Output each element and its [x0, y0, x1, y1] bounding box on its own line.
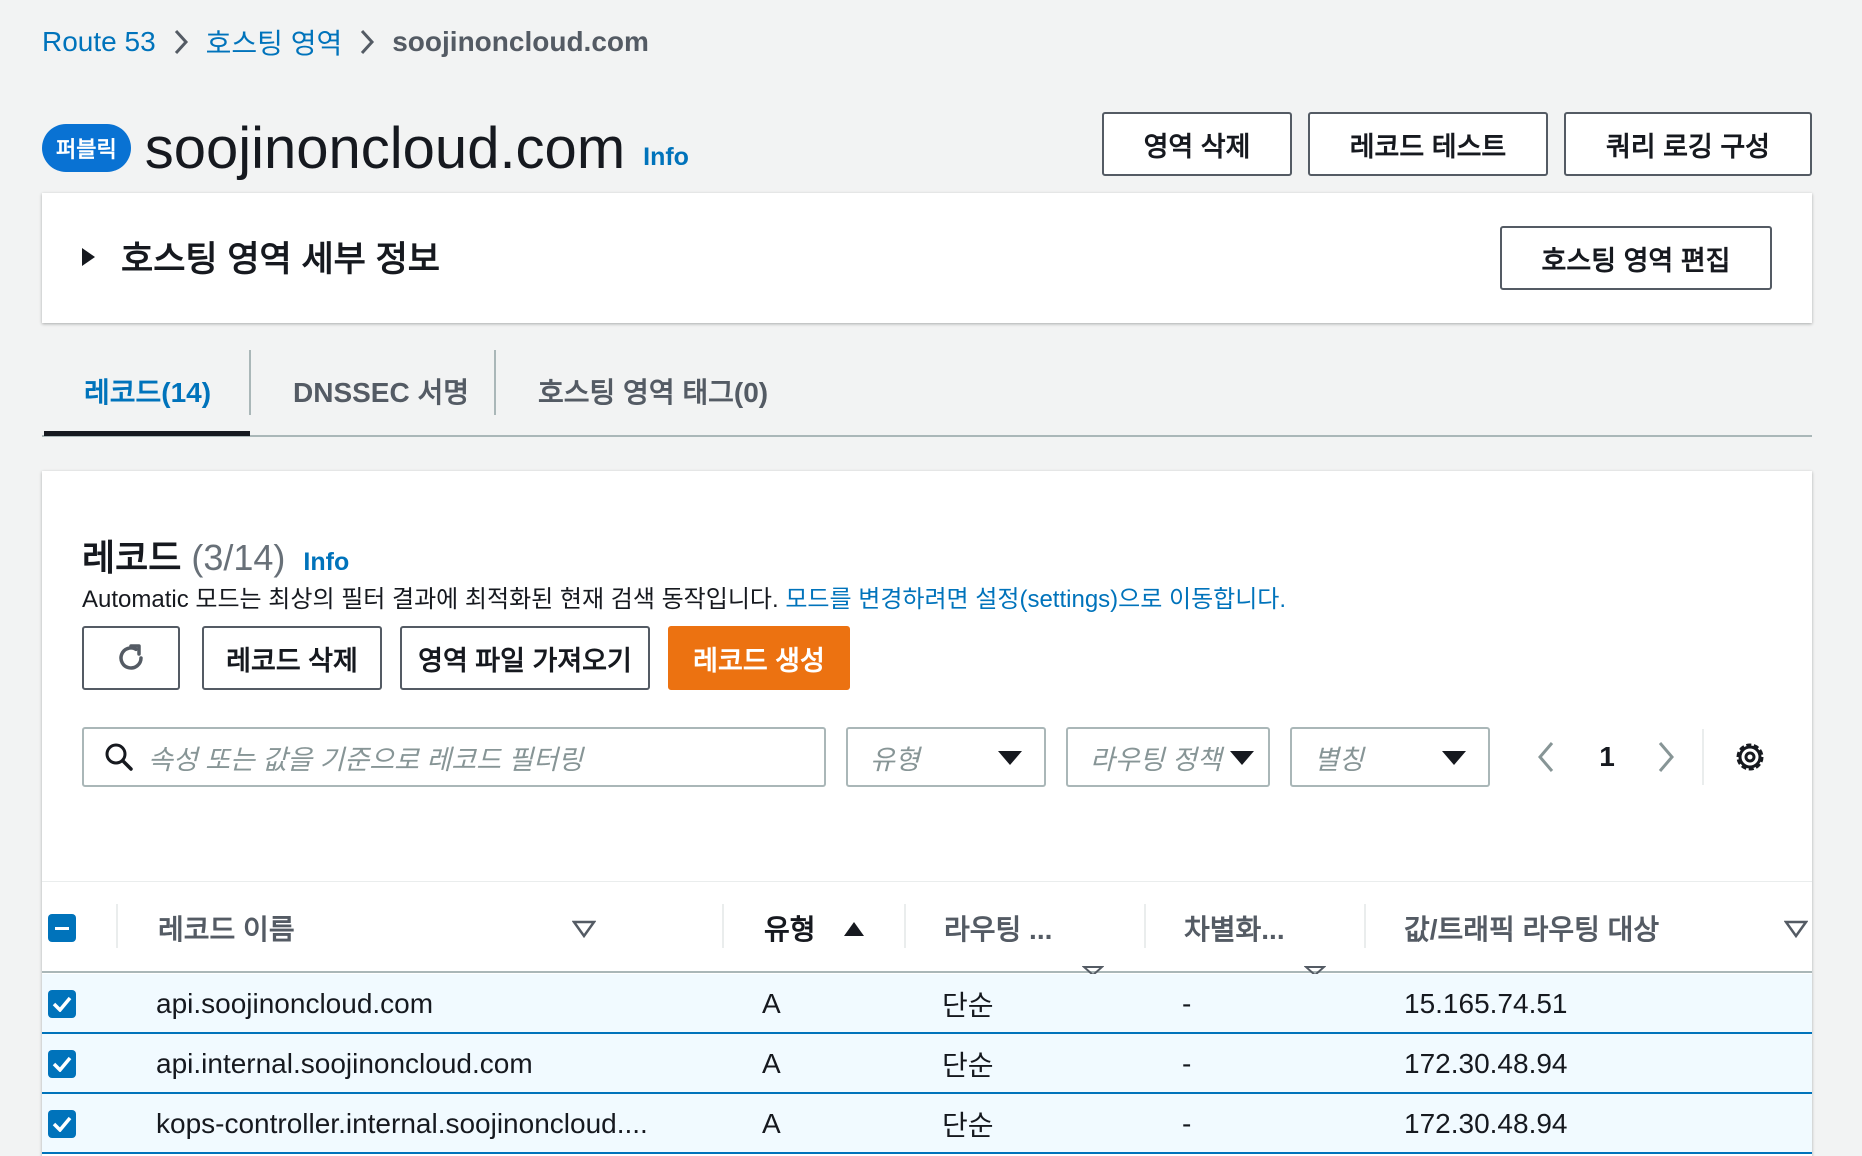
record-differentiator-cell: - [1182, 988, 1192, 1019]
chevron-right-icon [156, 29, 206, 55]
page-header: 퍼블릭 soojinoncloud.com Info [42, 110, 689, 186]
record-routing-cell: 단순 [942, 1050, 994, 1081]
records-info-link[interactable]: Info [303, 548, 349, 577]
alias-filter-select[interactable]: 별칭 [1290, 727, 1490, 787]
records-panel: 레코드 (3/14) Info Automatic 모드는 최상의 필터 결과에… [42, 471, 1812, 1156]
table-row[interactable]: api.soojinoncloud.com A 단순 - 15.165.74.5… [42, 974, 1812, 1034]
hosted-zone-details-panel: 호스팅 영역 세부 정보 호스팅 영역 편집 [42, 193, 1812, 323]
delete-zone-button[interactable]: 영역 삭제 [1102, 112, 1292, 176]
sort-filter-icon[interactable] [1783, 920, 1809, 943]
record-differentiator-cell: - [1182, 1048, 1192, 1079]
caret-right-icon [82, 247, 95, 266]
details-title: 호스팅 영역 세부 정보 [121, 240, 440, 279]
column-divider [722, 904, 724, 948]
column-header-differentiator[interactable]: 차별화... [1184, 882, 1285, 974]
previous-page-button[interactable] [1532, 737, 1560, 777]
breadcrumb-current: soojinoncloud.com [392, 26, 649, 57]
dropdown-arrow-icon [1230, 751, 1254, 765]
column-divider [116, 904, 118, 948]
gear-icon [1736, 743, 1764, 771]
breadcrumb-route53[interactable]: Route 53 [42, 26, 156, 58]
chevron-right-icon [342, 29, 392, 55]
create-record-button[interactable]: 레코드 생성 [668, 626, 850, 690]
page-title: soojinoncloud.com [144, 115, 626, 181]
sort-ascending-icon[interactable] [842, 920, 866, 943]
search-icon [105, 743, 133, 771]
record-value-cell: 172.30.48.94 [1404, 1048, 1568, 1079]
next-page-button[interactable] [1652, 737, 1680, 777]
breadcrumb: Route 53 호스팅 영역 soojinoncloud.com [42, 22, 649, 62]
tab-records[interactable]: 레코드(14) [84, 345, 211, 437]
routing-filter-label: 라우팅 정책 [1090, 744, 1222, 775]
record-name-cell: api.internal.soojinoncloud.com [156, 1048, 533, 1079]
record-value-cell: 172.30.48.94 [1404, 1108, 1568, 1139]
select-all-checkbox[interactable] [48, 914, 76, 942]
record-name-cell: api.soojinoncloud.com [156, 988, 434, 1019]
record-routing-cell: 단순 [942, 1110, 994, 1141]
settings-link[interactable]: 모드를 변경하려면 설정(settings)으로 이동합니다. [785, 586, 1286, 613]
chevron-right-icon [1658, 742, 1674, 772]
current-page-number[interactable]: 1 [1592, 737, 1622, 777]
table-row[interactable]: api.internal.soojinoncloud.com A 단순 - 17… [42, 1034, 1812, 1094]
import-zone-file-button[interactable]: 영역 파일 가져오기 [400, 626, 650, 690]
record-differentiator-cell: - [1182, 1108, 1192, 1139]
record-name-cell: kops-controller.internal.soojinoncloud..… [156, 1108, 648, 1139]
column-header-value[interactable]: 값/트래픽 라우팅 대상 [1404, 882, 1659, 974]
search-input[interactable]: 속성 또는 값을 기준으로 레코드 필터링 [82, 727, 826, 787]
indeterminate-checkbox-icon [48, 914, 76, 942]
row-checkbox[interactable] [48, 990, 76, 1018]
record-type-cell: A [762, 988, 781, 1019]
chevron-left-icon [1538, 742, 1554, 772]
refresh-button[interactable] [82, 626, 180, 690]
record-routing-cell: 단순 [942, 990, 994, 1021]
refresh-icon [119, 644, 143, 670]
table-row[interactable]: kops-controller.internal.soojinoncloud..… [42, 1094, 1812, 1154]
column-header-record-name[interactable]: 레코드 이름 [158, 882, 295, 974]
sort-filter-icon[interactable] [571, 920, 597, 943]
tab-divider [249, 350, 251, 415]
test-record-button[interactable]: 레코드 테스트 [1308, 112, 1548, 176]
routing-policy-filter-select[interactable]: 라우팅 정책 [1066, 727, 1270, 787]
checkmark-icon [48, 1110, 76, 1138]
records-header: 레코드 (3/14) Info [82, 529, 349, 581]
public-badge: 퍼블릭 [42, 124, 131, 172]
column-divider [1364, 904, 1366, 948]
records-table-header: 레코드 이름 유형 라우팅 ... 차별화... 값/트래픽 라우팅 대상 [42, 881, 1812, 977]
record-type-cell: A [762, 1048, 781, 1079]
type-filter-label: 유형 [870, 744, 920, 775]
tab-bar: 레코드(14) DNSSEC 서명 호스팅 영역 태그(0) [42, 345, 1812, 437]
column-header-type[interactable]: 유형 [764, 882, 816, 974]
tab-hosted-zone-tags[interactable]: 호스팅 영역 태그(0) [538, 345, 768, 437]
pagination-divider [1702, 729, 1704, 785]
column-divider [904, 904, 906, 948]
column-header-routing-policy[interactable]: 라우팅 ... [944, 882, 1052, 974]
record-value-cell: 15.165.74.51 [1404, 988, 1568, 1019]
tab-divider [494, 350, 496, 415]
dropdown-arrow-icon [1442, 751, 1466, 765]
column-divider [1144, 904, 1146, 948]
checkmark-icon [48, 990, 76, 1018]
edit-hosted-zone-button[interactable]: 호스팅 영역 편집 [1500, 226, 1772, 290]
breadcrumb-hosted-zones[interactable]: 호스팅 영역 [206, 22, 343, 62]
row-checkbox[interactable] [48, 1050, 76, 1078]
record-type-cell: A [762, 1108, 781, 1139]
alias-filter-label: 별칭 [1314, 744, 1364, 775]
records-count: (3/14) [191, 537, 286, 578]
preferences-button[interactable] [1732, 739, 1768, 775]
tab-dnssec[interactable]: DNSSEC 서명 [293, 345, 469, 437]
delete-record-button[interactable]: 레코드 삭제 [202, 626, 382, 690]
description-text: Automatic 모드는 최상의 필터 결과에 최적화된 현재 검색 동작입니… [82, 586, 779, 613]
type-filter-select[interactable]: 유형 [846, 727, 1046, 787]
records-description: Automatic 모드는 최상의 필터 결과에 최적화된 현재 검색 동작입니… [82, 579, 1286, 614]
active-tab-indicator [44, 431, 250, 436]
dropdown-arrow-icon [998, 751, 1022, 765]
row-checkbox[interactable] [48, 1110, 76, 1138]
records-title: 레코드 [82, 537, 182, 578]
header-info-link[interactable]: Info [643, 143, 689, 172]
configure-query-logging-button[interactable]: 쿼리 로깅 구성 [1564, 112, 1812, 176]
search-placeholder: 속성 또는 값을 기준으로 레코드 필터링 [148, 744, 583, 775]
details-toggle[interactable]: 호스팅 영역 세부 정보 [82, 231, 440, 282]
checkmark-icon [48, 1050, 76, 1078]
